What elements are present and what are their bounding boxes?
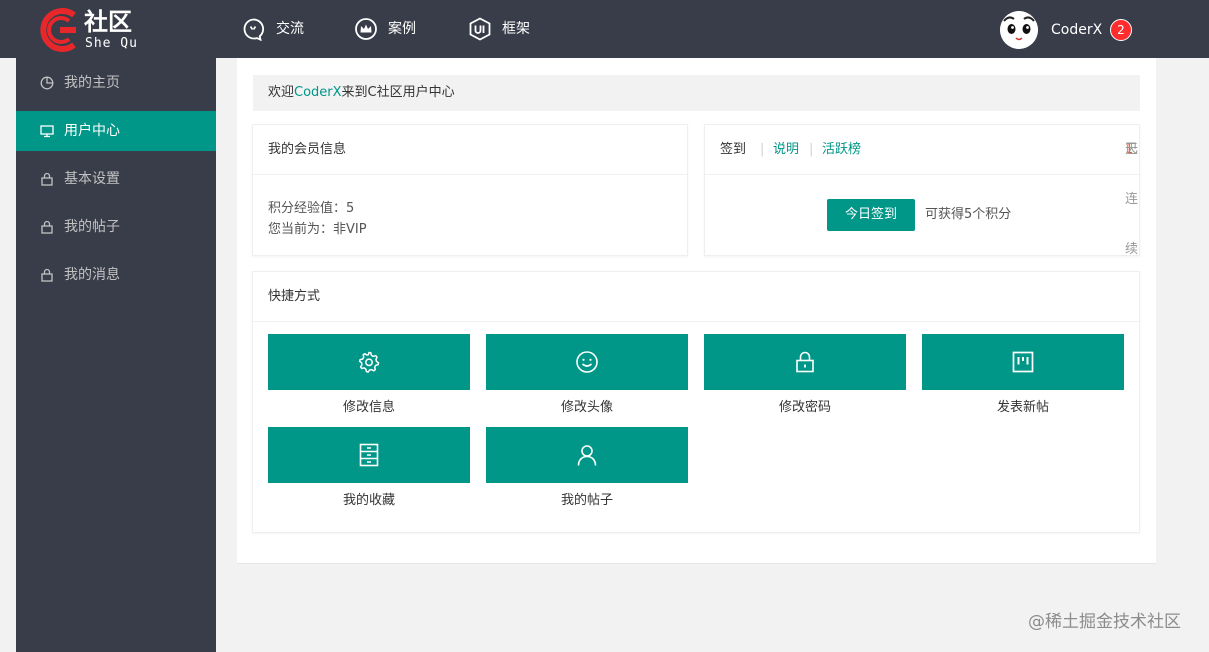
shortcut-edit-avatar[interactable]: 修改头像 xyxy=(486,334,688,420)
member-points-label: 积分经验值： xyxy=(268,201,347,216)
cabinet-icon xyxy=(359,443,379,467)
user-icon xyxy=(577,445,597,466)
sidebar-label-settings: 基本设置 xyxy=(64,171,120,187)
shortcut-edit-info[interactable]: 修改信息 xyxy=(268,334,470,420)
main-panel: 欢迎CoderX来到C社区用户中心 我的会员信息 积分经验值：5 您当前为：非V… xyxy=(237,58,1156,564)
welcome-suffix: 来到C社区用户中心 xyxy=(341,85,455,100)
sidebar-label-posts: 我的帖子 xyxy=(64,219,120,235)
shortcut-tile-box[interactable] xyxy=(704,334,906,390)
lock-icon xyxy=(796,351,814,373)
shortcut-tile-box[interactable] xyxy=(268,334,470,390)
crown-icon xyxy=(355,18,377,40)
signin-card: 签到 | 说明 | 活跃榜 已连续签到 1 天 今日签到 可获得5个积分 xyxy=(704,124,1140,357)
lock-icon xyxy=(41,220,53,234)
shortcut-favorites[interactable]: 我的收藏 xyxy=(268,427,470,513)
chat-icon xyxy=(243,18,265,41)
shortcut-edit-password[interactable]: 修改密码 xyxy=(704,334,906,420)
sidebar-item-settings[interactable]: 基本设置 xyxy=(16,159,216,199)
member-info-card: 我的会员信息 积分经验值：5 您当前为：非VIP xyxy=(252,124,688,256)
lock-icon xyxy=(41,172,53,186)
tab-signin[interactable]: 签到 xyxy=(720,125,746,175)
sidebar-label-home: 我的主页 xyxy=(64,75,120,91)
streak-suffix: 天 xyxy=(1125,142,1139,157)
site-logo[interactable]: 社区 She Qu xyxy=(36,7,156,53)
pie-chart-icon xyxy=(40,76,54,90)
board-icon xyxy=(1012,351,1034,373)
shortcut-tile-box[interactable] xyxy=(922,334,1124,390)
tab-ranking[interactable]: 活跃榜 xyxy=(822,125,861,175)
avatar-face-icon xyxy=(1000,11,1038,49)
shortcut-label: 我的帖子 xyxy=(560,493,613,508)
shortcut-label: 修改头像 xyxy=(560,400,613,415)
shortcut-label: 发表新帖 xyxy=(996,400,1049,415)
sign-reward-note: 可获得5个积分 xyxy=(925,207,1012,222)
shortcut-my-posts[interactable]: 我的帖子 xyxy=(486,427,688,513)
nav-label-cases: 案例 xyxy=(388,21,416,37)
signin-body: 今日签到 可获得5个积分 xyxy=(705,175,1139,255)
logo-subtitle: She Qu xyxy=(85,36,138,51)
gear-icon xyxy=(358,351,380,373)
welcome-prefix: 欢迎 xyxy=(268,85,295,100)
shortcut-tile-box[interactable] xyxy=(268,427,470,483)
shortcut-label: 修改密码 xyxy=(778,400,831,415)
logo-title: 社区 xyxy=(84,8,132,36)
ui-icon xyxy=(469,17,491,41)
shortcuts-title: 快捷方式 xyxy=(253,272,1139,322)
shortcut-tile-box[interactable] xyxy=(486,427,688,483)
shortcut-label: 我的收藏 xyxy=(342,493,395,508)
sidebar: 我的主页 用户中心 基本设置 我的帖子 我的消息 xyxy=(16,58,216,652)
user-menu[interactable]: CoderX 2 xyxy=(1000,11,1140,49)
member-points: 积分经验值：5 xyxy=(268,197,354,216)
sign-today-button[interactable]: 今日签到 xyxy=(827,199,915,231)
tab-explain[interactable]: 说明 xyxy=(773,125,799,175)
welcome-banner: 欢迎CoderX来到C社区用户中心 xyxy=(253,75,1140,111)
sidebar-item-home[interactable]: 我的主页 xyxy=(16,63,216,103)
logo-c-icon xyxy=(40,8,76,52)
watermark: @稀土掘金技术社区 xyxy=(1028,612,1181,632)
tab-separator: | xyxy=(760,142,765,157)
shortcut-tile-box[interactable] xyxy=(486,334,688,390)
nav-label-framework: 框架 xyxy=(502,21,530,37)
sidebar-label-messages: 我的消息 xyxy=(64,267,120,283)
member-info-title: 我的会员信息 xyxy=(253,125,687,175)
sidebar-label-user-center: 用户中心 xyxy=(64,123,120,139)
shortcuts-card: 快捷方式 修改信息 修改头像 修改密码 发表新帖 我的收藏 我的帖子 xyxy=(252,271,1140,533)
member-status: 您当前为：非VIP xyxy=(268,218,367,237)
avatar[interactable] xyxy=(1000,11,1038,49)
nav-label-chat: 交流 xyxy=(276,21,304,37)
signin-card-header: 签到 | 说明 | 活跃榜 已连续签到 1 天 xyxy=(705,125,1139,357)
lock-icon xyxy=(41,268,53,282)
shortcut-new-post[interactable]: 发表新帖 xyxy=(922,334,1124,420)
welcome-username: CoderX xyxy=(294,85,342,100)
smile-icon xyxy=(576,351,598,373)
notification-badge[interactable]: 2 xyxy=(1110,19,1132,41)
member-points-value: 5 xyxy=(346,201,355,216)
sidebar-item-posts[interactable]: 我的帖子 xyxy=(16,207,216,247)
sidebar-item-messages[interactable]: 我的消息 xyxy=(16,255,216,295)
monitor-icon xyxy=(40,125,54,138)
member-status-label: 您当前为： xyxy=(268,222,334,237)
member-status-value: 非VIP xyxy=(333,222,367,237)
top-navbar: 社区 She Qu 交流 案例 框架 CoderX 2 xyxy=(0,0,1209,58)
shortcut-label: 修改信息 xyxy=(342,400,395,415)
sidebar-item-user-center[interactable]: 用户中心 xyxy=(16,111,216,151)
tab-separator: | xyxy=(809,142,814,157)
username[interactable]: CoderX xyxy=(1051,20,1102,40)
